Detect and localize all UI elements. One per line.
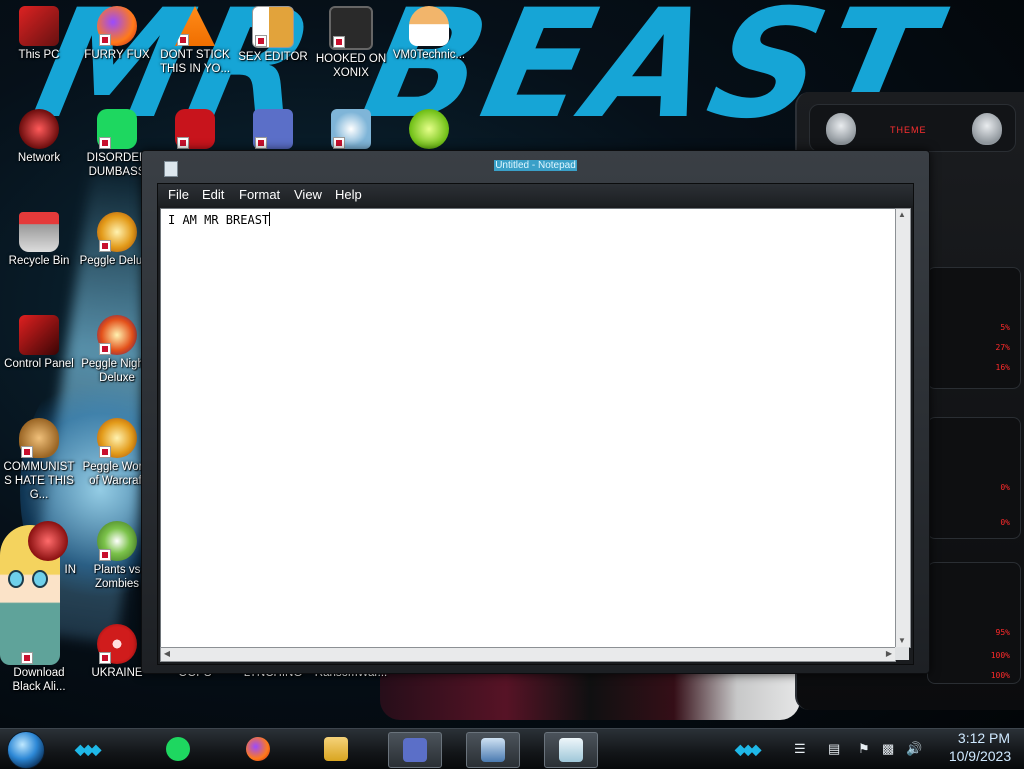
gadget-readout: 100% (990, 671, 1010, 680)
desktop-icon-hooked-on-xonix[interactable]: HOOKED ON XONIX (312, 0, 390, 80)
resize-grip-icon[interactable] (895, 647, 909, 660)
gadget-panel-cpu: 5% 27% 16% (927, 267, 1021, 389)
taskbar-decoration-icon: ◆◆◆ (75, 741, 101, 757)
menu-format[interactable]: Format (235, 187, 284, 202)
plants-vs-zombies-icon (97, 521, 137, 561)
menu-help[interactable]: Help (331, 187, 366, 202)
app-window-icon (403, 738, 427, 762)
desktop-icon-in[interactable]: IN (18, 515, 78, 577)
network-icon (19, 109, 59, 149)
firefox-icon (246, 737, 270, 761)
menu-bar: File Edit Format View Help (158, 184, 913, 206)
recycle-bin-icon (19, 212, 59, 252)
gadget-readout: 27% (995, 343, 1010, 352)
desktop-icon-download-black[interactable]: Download Black Ali... (0, 618, 78, 694)
peggle-nights-icon (97, 315, 137, 355)
this-pc-icon (19, 6, 59, 46)
flag-icon[interactable]: ⚑ (858, 741, 870, 757)
desktop-icon-santa-game[interactable] (312, 103, 390, 151)
menu-edit[interactable]: Edit (198, 187, 228, 202)
desktop-icon-network[interactable]: Network (0, 103, 78, 165)
desktop-icon-vm0technic[interactable]: VM0Technic... (390, 0, 468, 62)
start-button[interactable] (7, 731, 45, 769)
taskbar-item-computer[interactable] (466, 732, 520, 768)
document-text: I AM MR BREAST (168, 213, 270, 227)
notepad-titlebar[interactable]: Untitled - Notepad (142, 151, 929, 181)
desktop-icon-dont-stick[interactable]: DONT STICK THIS IN YO... (156, 0, 234, 76)
scroll-left-icon[interactable]: ◀ (161, 648, 173, 660)
gadget-readout: 16% (995, 363, 1010, 372)
firefox-icon (97, 6, 137, 46)
gadget-readout: 0% (1000, 518, 1010, 527)
notepad-icon (559, 738, 583, 762)
taskbar-item-app-window[interactable] (388, 732, 442, 768)
network-icon[interactable]: ▩ (882, 741, 894, 757)
volume-icon[interactable]: 🔊 (906, 741, 922, 757)
desktop-icon-dev-cpp[interactable] (156, 103, 234, 151)
gadget-readout: 0% (1000, 483, 1010, 492)
gadget-header: THEME (809, 104, 1016, 152)
gadget-panel-drive: 0% 0% (927, 417, 1021, 539)
control-panel-icon (19, 315, 59, 355)
xonix-game-icon (329, 6, 373, 50)
taskbar: ◆◆◆ ◆◆◆ ☰ ▤ ⚑ ▩ 🔊 3:12 PM 10/9/2023 (0, 728, 1024, 769)
text-editor-area[interactable]: I AM MR BREAST (160, 208, 896, 648)
display-icon[interactable]: ▤ (828, 741, 840, 757)
vertical-scrollbar[interactable]: ▲ ▼ (895, 208, 911, 648)
file-explorer-icon (324, 737, 348, 761)
text-caret (269, 212, 271, 226)
show-hidden-icons-icon[interactable]: ☰ (794, 741, 806, 757)
desktop-icon-recycle-bin[interactable]: Recycle Bin (0, 206, 78, 268)
clock-time[interactable]: 3:12 PM (944, 730, 1024, 746)
taskbar-item-firefox[interactable] (232, 732, 284, 766)
desktop-icon-this-pc[interactable]: This PC (0, 0, 78, 62)
technician-icon (409, 6, 449, 46)
money-bag-icon (19, 418, 59, 458)
alien-logo-icon (972, 113, 1002, 145)
gadget-readout: 95% (995, 628, 1010, 637)
gadget-title: THEME (890, 125, 927, 135)
peggle-wow-icon (97, 418, 137, 458)
app-window-icon (253, 109, 293, 149)
gadget-readout: 100% (990, 651, 1010, 660)
scroll-right-icon[interactable]: ▶ (883, 648, 895, 660)
green-chat-icon (97, 109, 137, 149)
lime-icon (409, 109, 449, 149)
taskbar-decoration-icon: ◆◆◆ (735, 741, 761, 757)
desktop-icon-lime-app[interactable] (390, 103, 468, 151)
desktop-icon-communists[interactable]: COMMUNISTS HATE THIS G... (0, 412, 78, 502)
peggle-icon (97, 212, 137, 252)
menu-view[interactable]: View (290, 187, 326, 202)
radiation-icon (97, 624, 137, 664)
spotify-icon (166, 737, 190, 761)
taskbar-item-notepad[interactable] (544, 732, 598, 768)
desktop-icon-sex-editor[interactable]: SEX EDITOR (234, 0, 312, 64)
taskbar-item-file-explorer[interactable] (310, 732, 362, 766)
horizontal-scrollbar[interactable]: ◀ ▶ (160, 647, 896, 662)
alien-logo-icon (826, 113, 856, 145)
scroll-down-icon[interactable]: ▼ (896, 635, 908, 647)
desktop-icon-window-app[interactable] (234, 103, 312, 151)
menu-file[interactable]: File (164, 187, 193, 202)
download-icon (19, 624, 59, 664)
desktop-icon-furry-fux[interactable]: FURRY FUX (78, 0, 156, 62)
gadget-readout: 5% (1000, 323, 1010, 332)
desktop-icon-control-panel[interactable]: Control Panel (0, 309, 78, 371)
notepad-window[interactable]: Untitled - Notepad File Edit Format View… (141, 150, 930, 674)
vlc-cone-icon (175, 6, 215, 46)
santa-game-icon (331, 109, 371, 149)
gadget-panel-network: 95% 100% 100% (927, 562, 1021, 684)
scroll-up-icon[interactable]: ▲ (896, 209, 908, 221)
dev-cpp-icon (175, 109, 215, 149)
computer-icon (481, 738, 505, 762)
clock-date[interactable]: 10/9/2023 (936, 748, 1024, 764)
red-circle-icon (28, 521, 68, 561)
window-title: Untitled - Notepad (494, 160, 577, 171)
taskbar-item-spotify[interactable] (152, 732, 204, 766)
hex-editor-icon (252, 6, 294, 48)
